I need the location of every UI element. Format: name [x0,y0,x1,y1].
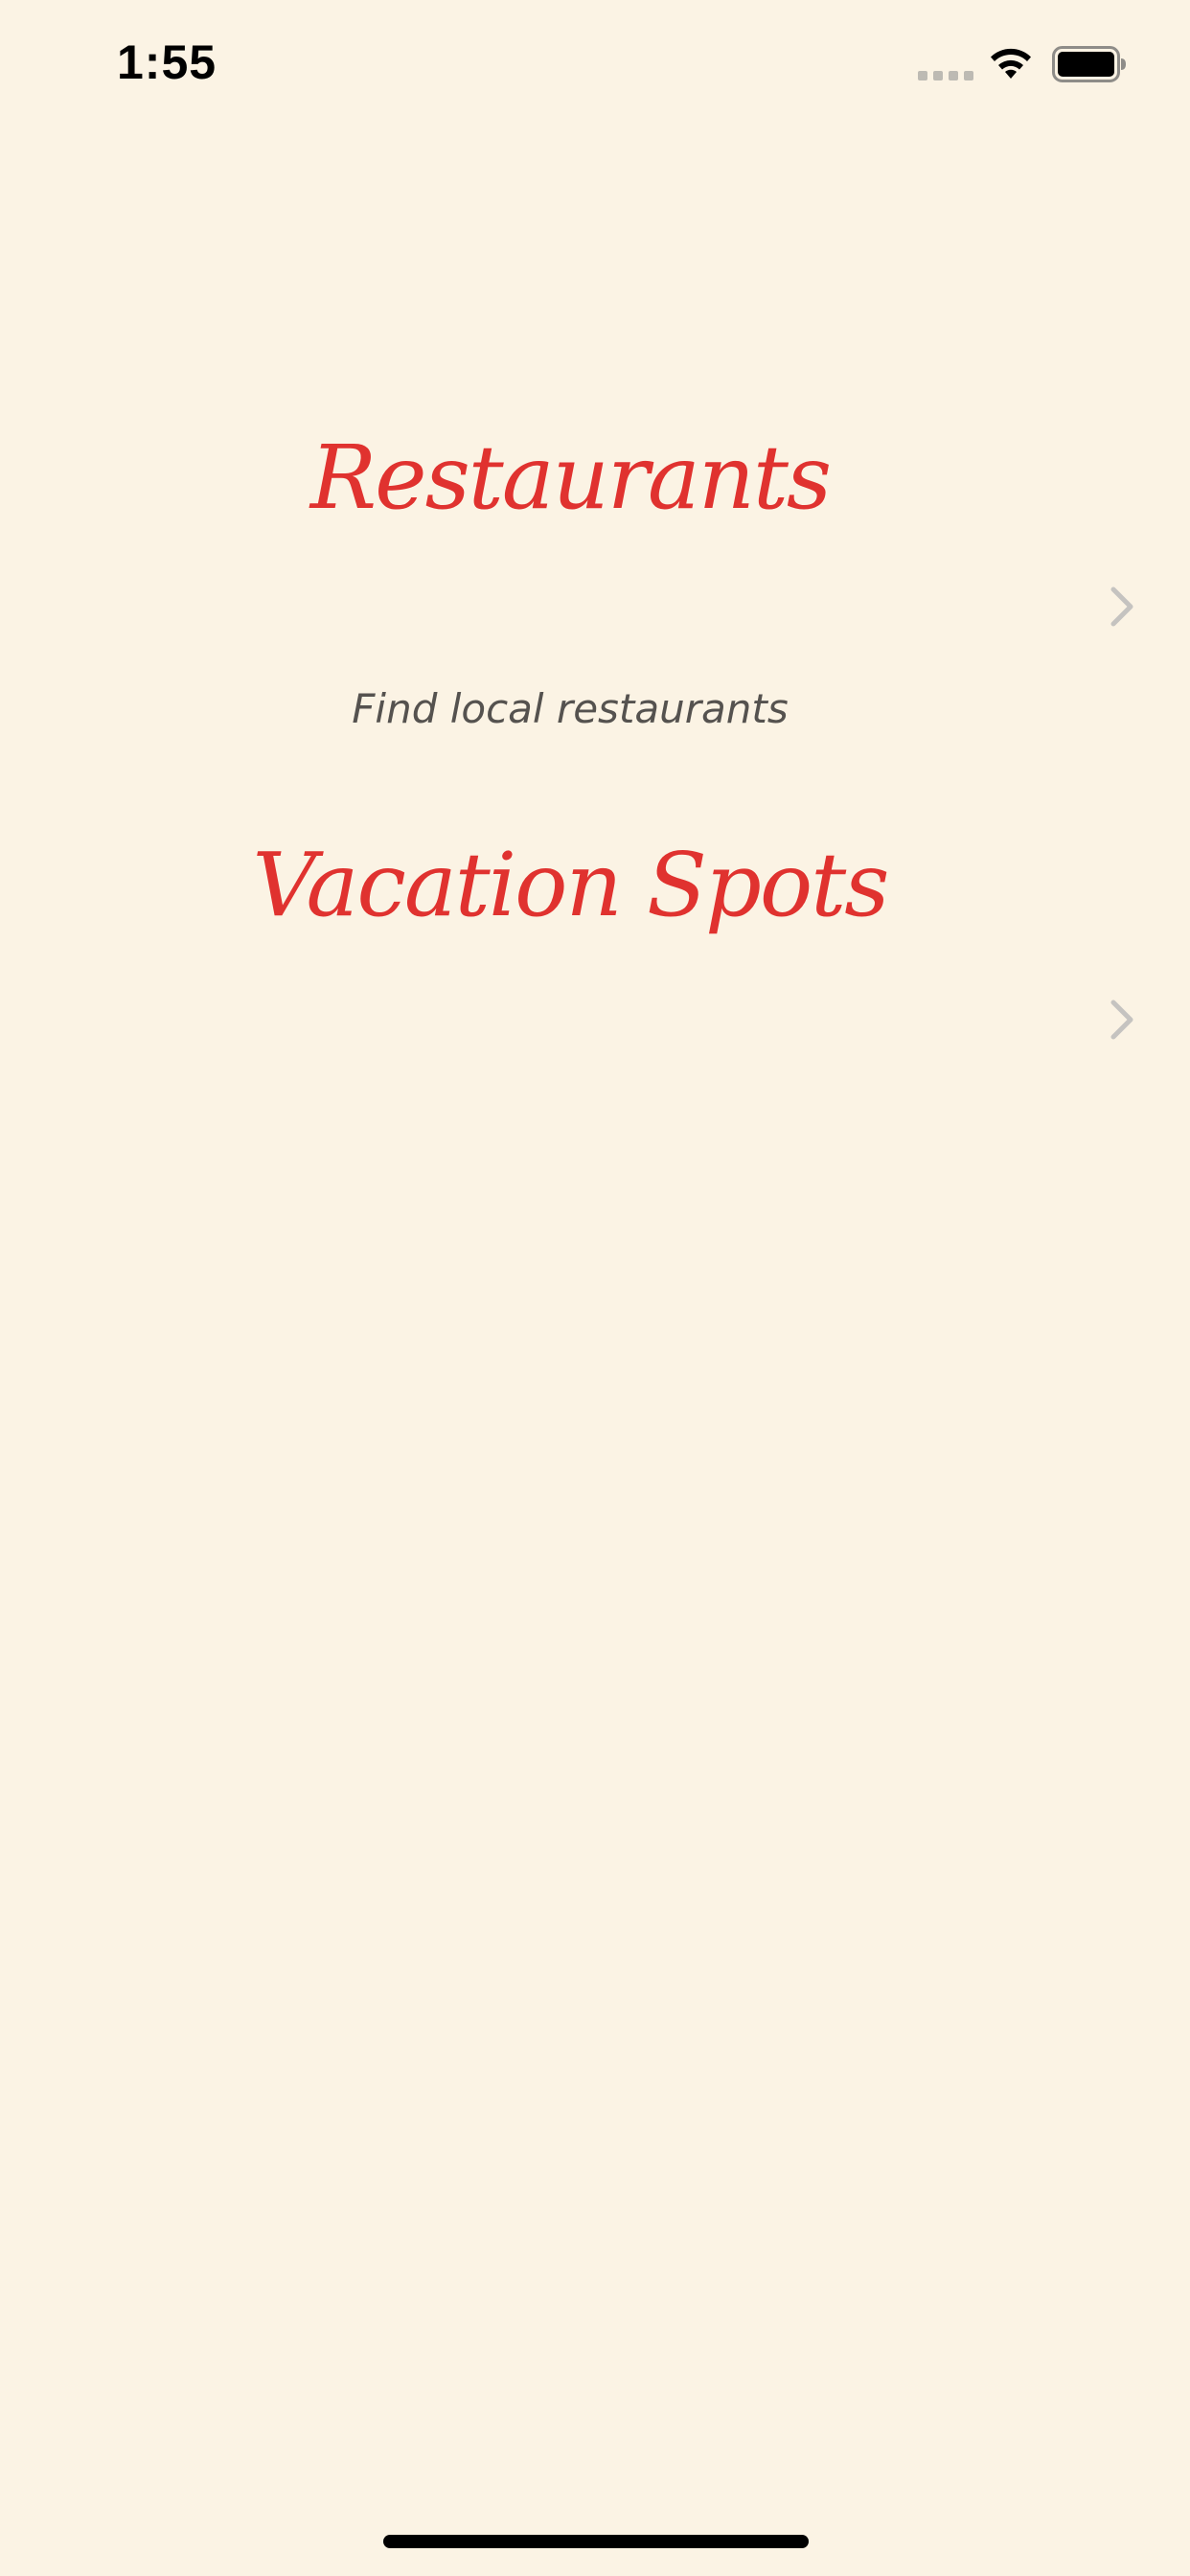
status-bar: 1:55 [0,0,1190,134]
cellular-signal-icon [918,71,973,80]
status-time: 1:55 [117,35,217,89]
home-indicator[interactable] [383,2535,809,2548]
list-item-vacation-spots[interactable]: Vacation Spots [0,805,1190,1112]
wifi-icon [991,48,1031,79]
chevron-right-icon [1110,1000,1133,1040]
chevron-right-icon [1110,586,1133,627]
restaurants-title: Restaurants [309,426,832,529]
vacation-spots-title: Vacation Spots [252,834,890,936]
restaurants-subtitle: Find local restaurants [352,685,789,732]
list-item-restaurants[interactable]: Restaurants Find local restaurants [0,402,1190,748]
battery-icon [1052,46,1126,82]
